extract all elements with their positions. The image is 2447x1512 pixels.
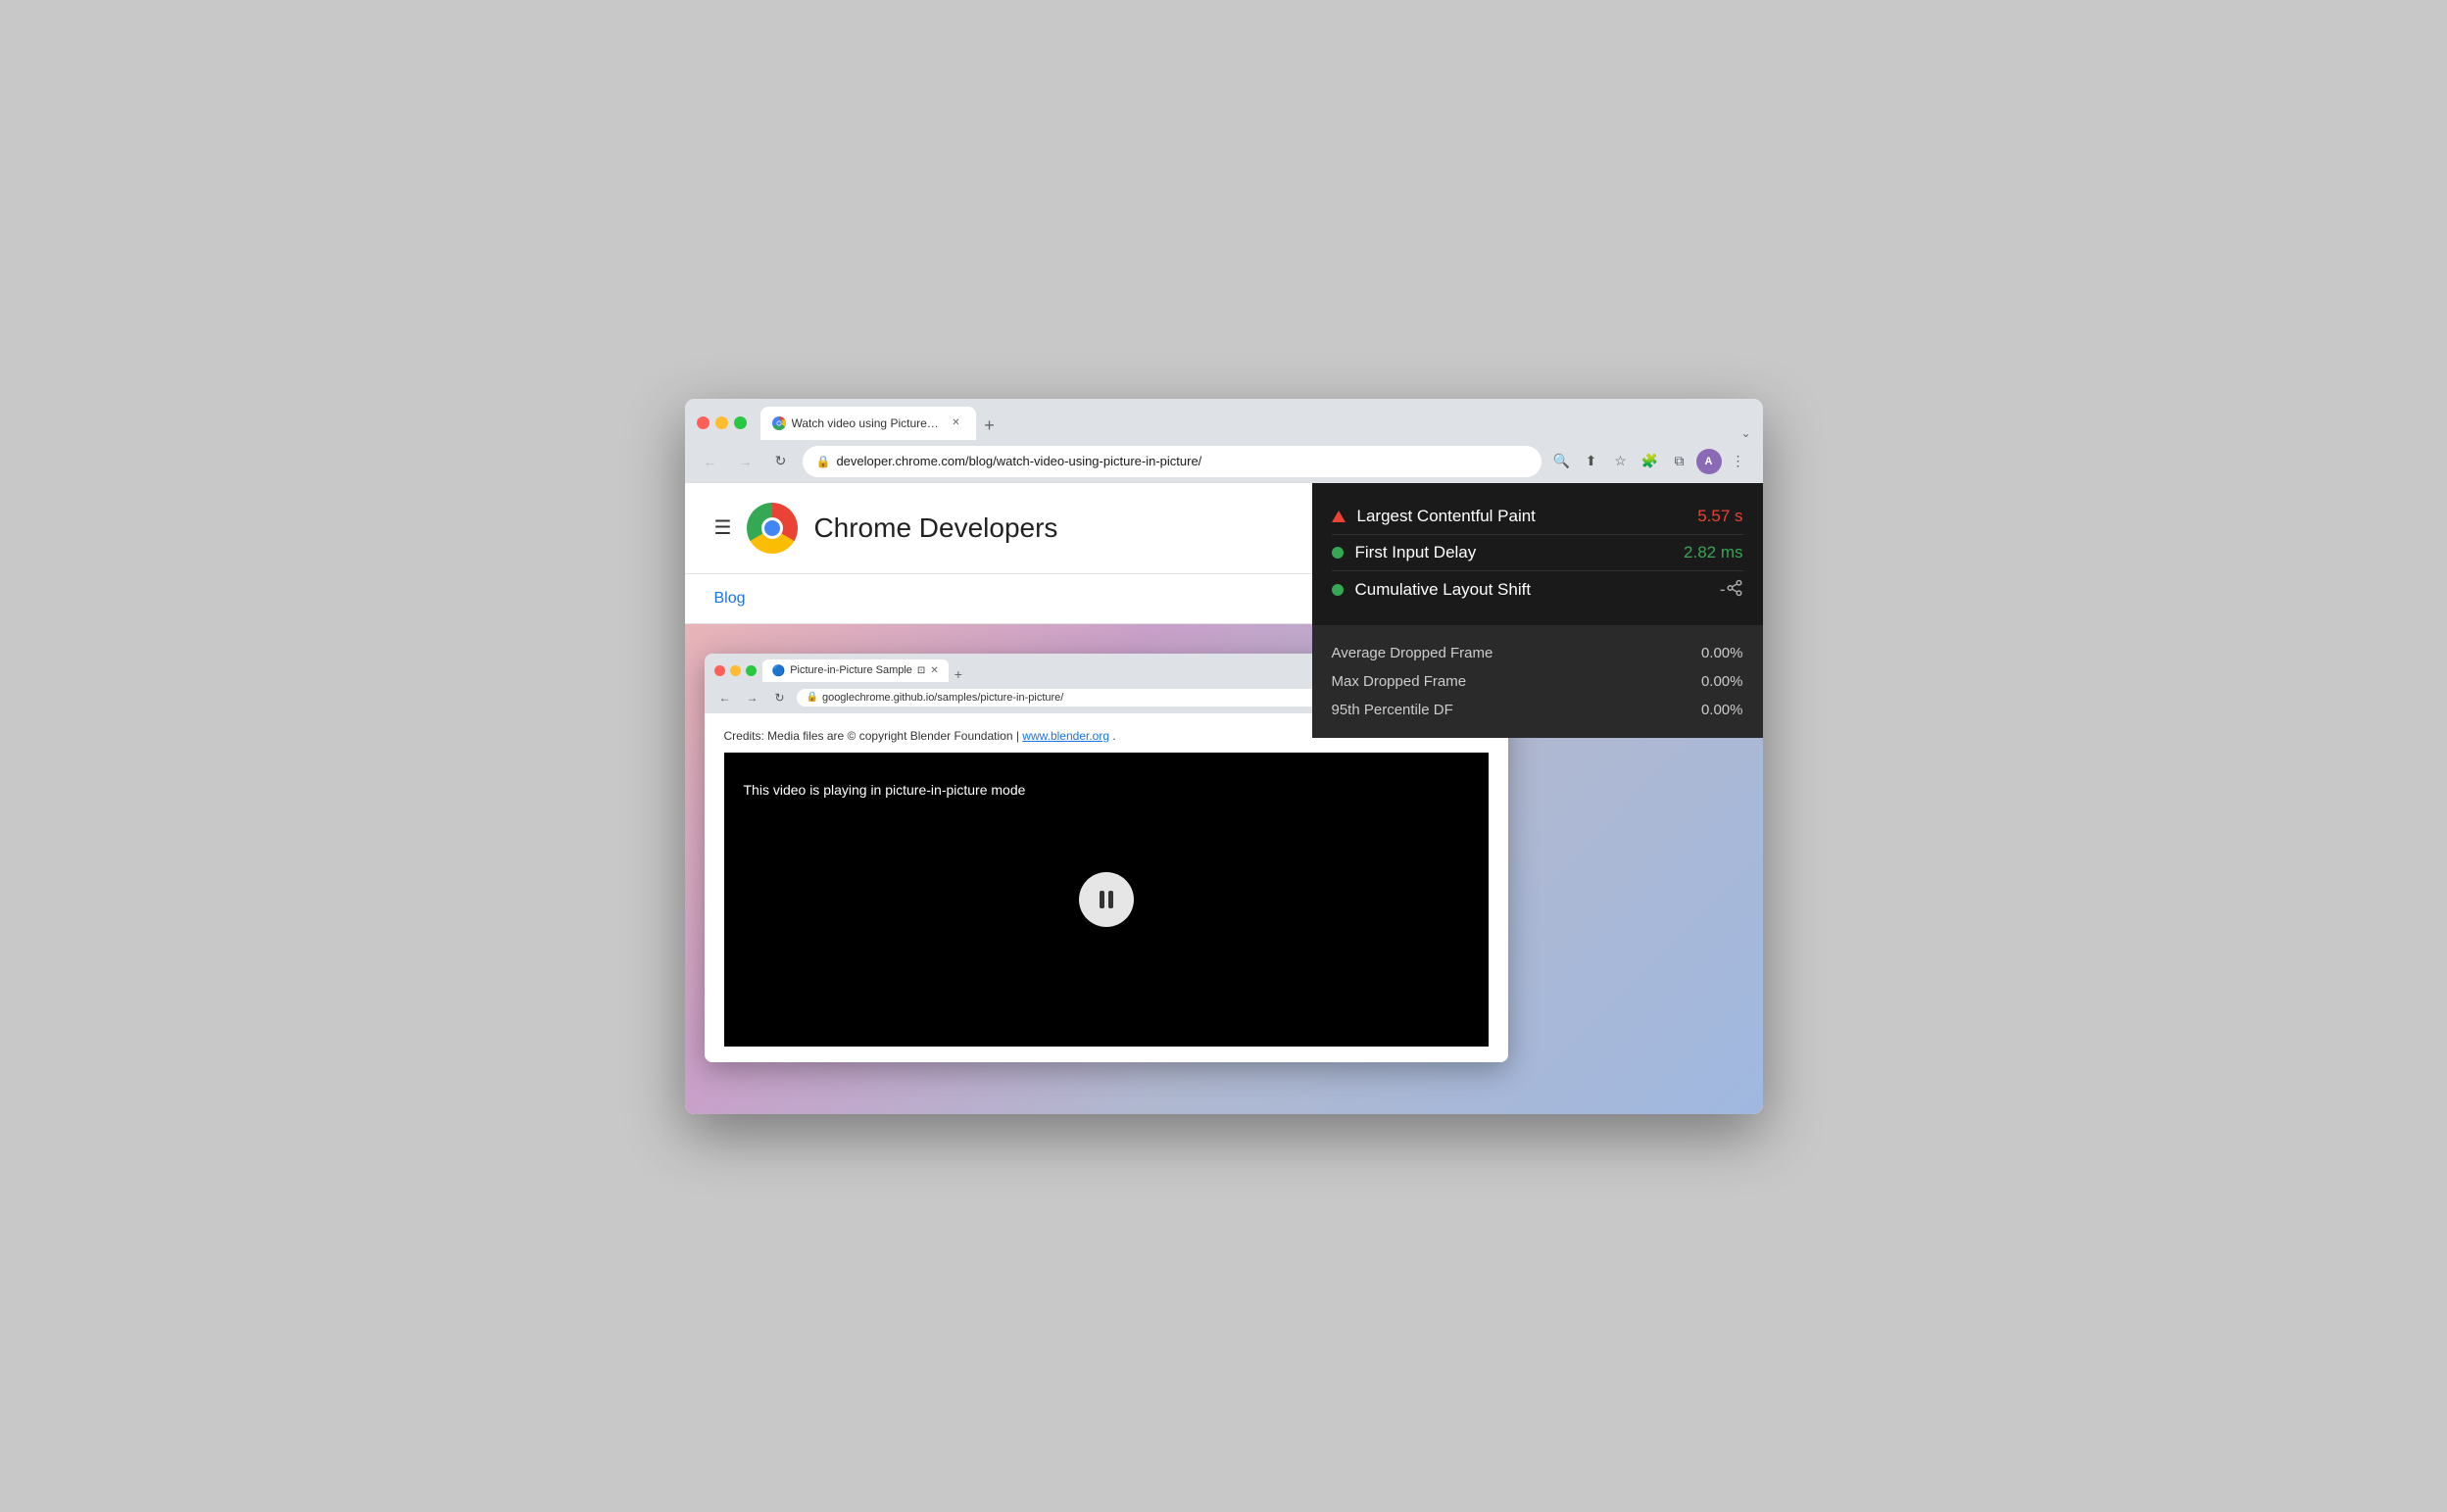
tab-favicon-icon bbox=[772, 416, 786, 430]
inner-tab-favicon-icon: 🔵 bbox=[772, 664, 786, 677]
inner-maximize-button[interactable] bbox=[746, 665, 757, 676]
inner-traffic-lights bbox=[714, 665, 757, 676]
inner-tab-title: Picture-in-Picture Sample bbox=[790, 664, 912, 676]
window-mode-button[interactable]: ⧉ bbox=[1667, 449, 1692, 474]
fid-metric: First Input Delay 2.82 ms bbox=[1332, 535, 1743, 571]
refresh-icon: ↻ bbox=[775, 453, 787, 469]
minimize-button[interactable] bbox=[715, 416, 728, 429]
share-button[interactable]: ⬆ bbox=[1579, 449, 1604, 474]
perf-bottom-section: Average Dropped Frame 0.00% Max Dropped … bbox=[1312, 625, 1763, 738]
active-tab[interactable]: Watch video using Picture-in-P ✕ bbox=[760, 407, 976, 440]
pause-icon bbox=[1100, 891, 1113, 908]
inner-active-tab[interactable]: 🔵 Picture-in-Picture Sample ⊡ ✕ bbox=[762, 659, 949, 682]
browser-window: Watch video using Picture-in-P ✕ + ⌄ ← →… bbox=[685, 399, 1763, 1114]
close-button[interactable] bbox=[697, 416, 710, 429]
inner-url-text: googlechrome.github.io/samples/picture-i… bbox=[822, 692, 1063, 704]
avg-dropped-frame-stat: Average Dropped Frame 0.00% bbox=[1332, 639, 1743, 667]
inner-tabs-row: 🔵 Picture-in-Picture Sample ⊡ ✕ + bbox=[762, 659, 968, 682]
back-icon: ← bbox=[704, 454, 717, 469]
percentile-df-stat: 95th Percentile DF 0.00% bbox=[1332, 696, 1743, 724]
search-button[interactable]: 🔍 bbox=[1549, 449, 1575, 474]
forward-icon: → bbox=[739, 454, 753, 469]
tab-close-button[interactable]: ✕ bbox=[949, 415, 964, 431]
max-dropped-frame-value: 0.00% bbox=[1701, 673, 1743, 690]
percentile-df-label: 95th Percentile DF bbox=[1332, 702, 1701, 718]
tab-chevron-icon[interactable]: ⌄ bbox=[1740, 426, 1750, 440]
pause-button[interactable] bbox=[1079, 872, 1134, 927]
triangle-warning-icon bbox=[1332, 511, 1346, 522]
performance-panel: Largest Contentful Paint 5.57 s First In… bbox=[1312, 483, 1763, 738]
fid-value: 2.82 ms bbox=[1684, 543, 1742, 562]
site-title: Chrome Developers bbox=[813, 512, 1057, 544]
percentile-df-value: 0.00% bbox=[1701, 702, 1743, 718]
lock-icon: 🔒 bbox=[816, 455, 831, 468]
extensions-button[interactable]: 🧩 bbox=[1638, 449, 1663, 474]
nav-right-icons: 🔍 ⬆ ☆ 🧩 ⧉ A ⋮ bbox=[1549, 449, 1751, 474]
fid-dot-icon bbox=[1332, 547, 1344, 559]
avatar[interactable]: A bbox=[1696, 449, 1722, 474]
pip-screen-icon: ⊡ bbox=[917, 665, 925, 676]
nav-bar: ← → ↻ 🔒 developer.chrome.com/blog/watch-… bbox=[685, 440, 1763, 483]
new-tab-button[interactable]: + bbox=[976, 413, 1003, 440]
lcp-label: Largest Contentful Paint bbox=[1357, 507, 1698, 526]
hamburger-icon[interactable]: ☰ bbox=[714, 515, 732, 540]
inner-new-tab-button[interactable]: + bbox=[949, 666, 968, 682]
cls-label: Cumulative Layout Shift bbox=[1355, 580, 1720, 600]
tab-title: Watch video using Picture-in-P bbox=[792, 416, 943, 430]
avg-dropped-frame-value: 0.00% bbox=[1701, 645, 1743, 661]
cls-dot-icon bbox=[1332, 584, 1344, 596]
blender-link[interactable]: www.blender.org bbox=[1022, 729, 1109, 743]
inner-lock-icon: 🔒 bbox=[807, 692, 818, 703]
share-icon[interactable] bbox=[1726, 579, 1743, 602]
url-text: developer.chrome.com/blog/watch-video-us… bbox=[836, 454, 1527, 468]
inner-minimize-button[interactable] bbox=[730, 665, 741, 676]
max-dropped-frame-label: Max Dropped Frame bbox=[1332, 673, 1701, 690]
max-dropped-frame-stat: Max Dropped Frame 0.00% bbox=[1332, 667, 1743, 696]
inner-close-button[interactable] bbox=[714, 665, 725, 676]
back-button[interactable]: ← bbox=[697, 448, 724, 475]
main-content: ☰ Chrome Developers Blog bbox=[685, 483, 1763, 1114]
forward-button[interactable]: → bbox=[732, 448, 759, 475]
menu-button[interactable]: ⋮ bbox=[1726, 449, 1751, 474]
inner-page-content: Credits: Media files are © copyright Ble… bbox=[705, 713, 1508, 1062]
address-bar[interactable]: 🔒 developer.chrome.com/blog/watch-video-… bbox=[803, 446, 1542, 477]
inner-tab-close-button[interactable]: ✕ bbox=[930, 665, 938, 676]
title-bar: Watch video using Picture-in-P ✕ + ⌄ bbox=[685, 399, 1763, 440]
video-player[interactable]: This video is playing in picture-in-pict… bbox=[724, 753, 1489, 1047]
credits-text: Credits: Media files are © copyright Ble… bbox=[724, 729, 1019, 743]
tabs-row: Watch video using Picture-in-P ✕ + ⌄ bbox=[760, 407, 1751, 440]
blog-link[interactable]: Blog bbox=[714, 590, 746, 607]
fid-label: First Input Delay bbox=[1355, 543, 1685, 562]
inner-forward-button[interactable]: → bbox=[742, 687, 763, 708]
inner-back-button[interactable]: ← bbox=[714, 687, 736, 708]
lcp-value: 5.57 s bbox=[1697, 507, 1742, 526]
refresh-button[interactable]: ↻ bbox=[767, 448, 795, 475]
traffic-lights bbox=[697, 416, 747, 429]
avg-dropped-frame-label: Average Dropped Frame bbox=[1332, 645, 1701, 661]
lcp-metric: Largest Contentful Paint 5.57 s bbox=[1332, 499, 1743, 535]
inner-refresh-button[interactable]: ↻ bbox=[769, 687, 791, 708]
maximize-button[interactable] bbox=[734, 416, 747, 429]
chrome-logo bbox=[747, 503, 798, 554]
cls-metric: Cumulative Layout Shift - bbox=[1332, 571, 1743, 610]
perf-top-section: Largest Contentful Paint 5.57 s First In… bbox=[1312, 483, 1763, 625]
bookmark-button[interactable]: ☆ bbox=[1608, 449, 1634, 474]
video-subtitle: This video is playing in picture-in-pict… bbox=[744, 782, 1026, 798]
credits-end: . bbox=[1112, 729, 1115, 743]
